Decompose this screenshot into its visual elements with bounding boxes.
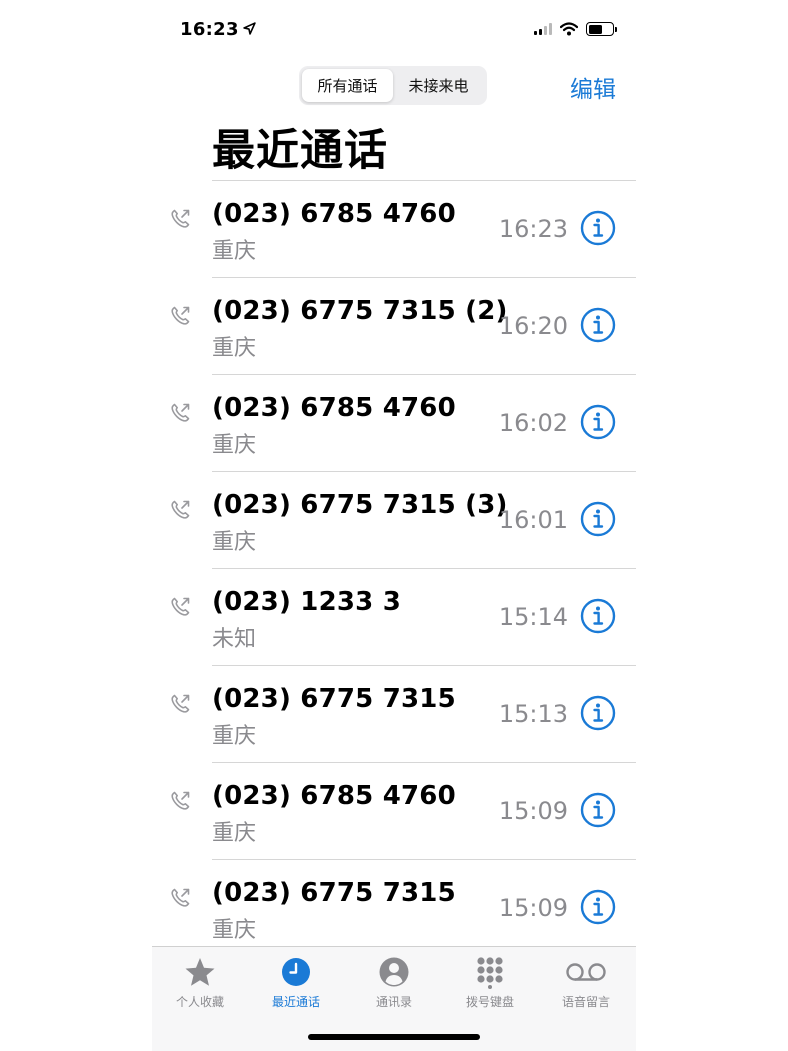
status-bar-indicators xyxy=(534,22,617,36)
call-number: (023) 6775 7315 (2) xyxy=(212,296,508,326)
segment-all-calls[interactable]: 所有通话 xyxy=(302,69,393,102)
info-icon[interactable] xyxy=(580,307,616,343)
info-icon[interactable] xyxy=(580,210,616,246)
tab-label: 个人收藏 xyxy=(175,995,224,1009)
wifi-icon xyxy=(560,22,578,36)
call-row[interactable]: (023) 6775 7315 重庆 15:09 xyxy=(152,860,636,957)
recent-calls-list: (023) 6785 4760 重庆 16:23 (023) 6775 7315… xyxy=(152,181,636,957)
outgoing-call-icon xyxy=(171,500,190,519)
person-icon xyxy=(379,957,409,987)
tab-keypad[interactable]: 拨号键盘 xyxy=(442,955,538,1010)
call-time: 16:01 xyxy=(498,506,568,534)
page-title: 最近通话 xyxy=(212,126,388,176)
call-location: 重庆 xyxy=(212,336,257,361)
call-time: 16:20 xyxy=(498,312,568,340)
outgoing-call-icon xyxy=(171,694,190,713)
info-icon[interactable] xyxy=(580,404,616,440)
call-row[interactable]: (023) 1233 3 未知 15:14 xyxy=(152,569,636,666)
tab-label: 语音留言 xyxy=(561,995,610,1009)
call-time: 15:09 xyxy=(498,797,568,825)
call-time: 16:23 xyxy=(498,215,568,243)
call-row[interactable]: (023) 6785 4760 重庆 16:23 xyxy=(152,181,636,278)
keypad-icon xyxy=(477,957,503,989)
call-row[interactable]: (023) 6775 7315 (2) 重庆 16:20 xyxy=(152,278,636,375)
tab-label: 拨号键盘 xyxy=(465,995,514,1009)
call-row[interactable]: (023) 6775 7315 重庆 15:13 xyxy=(152,666,636,763)
call-number: (023) 6785 4760 xyxy=(212,393,456,423)
star-icon xyxy=(185,958,215,986)
location-arrow-icon xyxy=(243,22,256,35)
outgoing-call-icon xyxy=(171,306,190,325)
outgoing-call-icon xyxy=(171,597,190,616)
battery-icon xyxy=(586,22,617,36)
call-row[interactable]: (023) 6785 4760 重庆 15:09 xyxy=(152,763,636,860)
call-filter-segmented-control: 所有通话 未接来电 xyxy=(299,66,487,105)
call-location: 重庆 xyxy=(212,530,257,555)
tab-label: 通讯录 xyxy=(375,995,412,1009)
info-icon[interactable] xyxy=(580,598,616,634)
info-icon[interactable] xyxy=(580,889,616,925)
call-number: (023) 6775 7315 xyxy=(212,684,456,714)
call-number: (023) 1233 3 xyxy=(212,587,401,617)
call-location: 重庆 xyxy=(212,239,257,264)
call-time: 15:14 xyxy=(498,603,568,631)
call-number: (023) 6775 7315 (3) xyxy=(212,490,508,520)
clock-icon xyxy=(282,958,310,986)
call-number: (023) 6785 4760 xyxy=(212,781,456,811)
phone-screen: 16:23 所有通话 未接来电 编辑 最近通话 (023) 6785 4760 … xyxy=(152,0,636,1051)
tab-label: 最近通话 xyxy=(271,995,320,1009)
info-icon[interactable] xyxy=(580,792,616,828)
call-time: 15:09 xyxy=(498,894,568,922)
outgoing-call-icon xyxy=(171,888,190,907)
call-row[interactable]: (023) 6785 4760 重庆 16:02 xyxy=(152,375,636,472)
call-number: (023) 6775 7315 xyxy=(212,878,456,908)
segment-missed-calls[interactable]: 未接来电 xyxy=(393,69,484,102)
call-location: 未知 xyxy=(212,627,257,652)
outgoing-call-icon xyxy=(171,791,190,810)
info-icon[interactable] xyxy=(580,501,616,537)
call-location: 重庆 xyxy=(212,821,257,846)
tab-contacts[interactable]: 通讯录 xyxy=(346,955,442,1010)
voicemail-icon xyxy=(566,963,606,981)
status-bar-time: 16:23 xyxy=(180,19,256,40)
call-number: (023) 6785 4760 xyxy=(212,199,456,229)
tab-voicemail[interactable]: 语音留言 xyxy=(538,955,634,1010)
call-location: 重庆 xyxy=(212,918,257,943)
outgoing-call-icon xyxy=(171,403,190,422)
tab-recents[interactable]: 最近通话 xyxy=(248,955,344,1010)
call-row[interactable]: (023) 6775 7315 (3) 重庆 16:01 xyxy=(152,472,636,569)
info-icon[interactable] xyxy=(580,695,616,731)
call-location: 重庆 xyxy=(212,724,257,749)
call-location: 重庆 xyxy=(212,433,257,458)
call-time: 16:02 xyxy=(498,409,568,437)
tab-favorites[interactable]: 个人收藏 xyxy=(152,955,248,1010)
outgoing-call-icon xyxy=(171,209,190,228)
call-time: 15:13 xyxy=(498,700,568,728)
home-indicator[interactable] xyxy=(308,1034,480,1040)
cellular-signal-icon xyxy=(534,23,552,35)
edit-button[interactable]: 编辑 xyxy=(570,70,616,104)
